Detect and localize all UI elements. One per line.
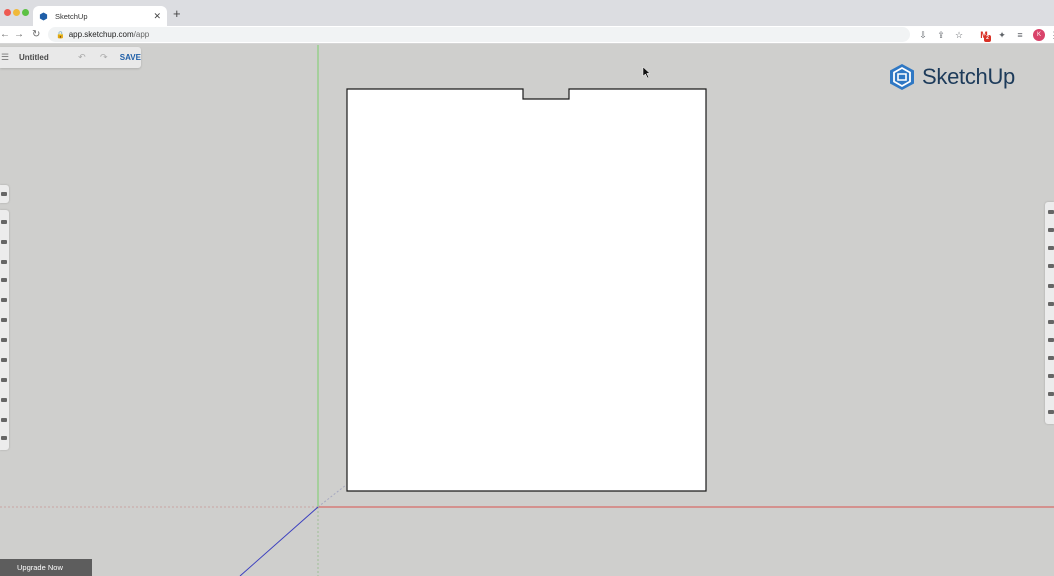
menu-icon[interactable]: ☰	[1, 52, 15, 63]
scale-tool-icon[interactable]	[1, 398, 7, 402]
url-path: /app	[133, 30, 150, 39]
document-bar: ☰ Untitled ↶ ↷ SAVE	[0, 47, 141, 68]
sketchup-logo-icon	[890, 64, 914, 90]
rectangle-tool-icon[interactable]	[1, 318, 7, 322]
line-tool-icon[interactable]	[1, 278, 7, 282]
browser-tab-strip: SketchUp ✕ +	[0, 0, 1054, 26]
browser-tab[interactable]: SketchUp ✕	[33, 6, 167, 26]
paint-bucket-tool-icon[interactable]	[1, 260, 7, 264]
tags-icon[interactable]	[1048, 302, 1054, 306]
left-tool-tray-top	[0, 185, 9, 203]
reading-list-icon[interactable]: ≡	[1011, 30, 1029, 40]
components-icon[interactable]	[1048, 246, 1054, 250]
view-icon[interactable]	[1048, 410, 1054, 414]
push-pull-tool-icon[interactable]	[1, 338, 7, 342]
window-minimize-button[interactable]	[13, 9, 20, 16]
pencil-tool-icon[interactable]	[1, 240, 7, 244]
tab-title: SketchUp	[55, 11, 88, 21]
save-button[interactable]: SAVE	[120, 53, 141, 62]
forward-arrow-icon[interactable]: →	[14, 28, 24, 42]
styles-icon[interactable]	[1048, 284, 1054, 288]
blue-axis-line	[239, 506, 319, 576]
address-bar[interactable]: 🔒 app.sketchup.com/app	[48, 27, 910, 42]
sketchup-app: ☰ Untitled ↶ ↷ SAVE SketchUp Upgrade Now	[0, 45, 1054, 576]
extensions-puzzle-icon[interactable]: ✦	[993, 30, 1011, 41]
tab-close-icon[interactable]: ✕	[153, 11, 161, 21]
window-zoom-button[interactable]	[22, 9, 29, 16]
display-icon[interactable]	[1048, 338, 1054, 342]
install-app-icon[interactable]: ⇩	[914, 30, 932, 41]
share-icon[interactable]: ⇪	[932, 30, 950, 41]
materials-icon[interactable]	[1048, 264, 1054, 268]
browser-menu-icon[interactable]: ⋮	[1045, 30, 1054, 41]
logo-text: SketchUp	[922, 64, 1015, 89]
right-panel-tray	[1045, 202, 1054, 424]
outliner-icon[interactable]	[1048, 356, 1054, 360]
bookmark-star-icon[interactable]: ☆	[950, 30, 968, 41]
rotate-tool-icon[interactable]	[1, 378, 7, 382]
reload-icon[interactable]: ↻	[32, 28, 40, 42]
move-tool-icon[interactable]	[1, 358, 7, 362]
lock-icon: 🔒	[56, 31, 65, 39]
upgrade-now-button[interactable]: Upgrade Now	[0, 559, 92, 576]
left-tool-tray	[0, 210, 9, 450]
shadows-icon[interactable]	[1048, 392, 1054, 396]
back-arrow-icon[interactable]: ←	[0, 28, 10, 42]
document-title[interactable]: Untitled	[19, 53, 71, 62]
blue-axis-negative-line	[317, 484, 347, 508]
arc-tool-icon[interactable]	[1, 298, 7, 302]
scenes-icon[interactable]	[1048, 320, 1054, 324]
extension-badge: 2	[984, 35, 991, 42]
entity-info-icon[interactable]	[1048, 210, 1054, 214]
browser-toolbar: ← → ↻ 🔒 app.sketchup.com/app ⇩ ⇪ ☆ M2 ✦ …	[0, 26, 1054, 44]
profile-avatar[interactable]: K	[1033, 29, 1045, 41]
solid-tools-icon[interactable]	[1048, 374, 1054, 378]
modeling-viewport[interactable]	[0, 45, 1054, 576]
mouse-cursor-icon	[642, 66, 651, 79]
orbit-tool-icon[interactable]	[1, 436, 7, 440]
select-tool-icon[interactable]	[1, 192, 7, 196]
model-face	[346, 88, 707, 492]
window-close-button[interactable]	[4, 9, 11, 16]
sketchup-favicon-icon	[39, 11, 48, 21]
redo-icon[interactable]: ↷	[93, 52, 115, 63]
instructor-icon[interactable]	[1048, 228, 1054, 232]
new-tab-button[interactable]: +	[173, 7, 181, 21]
tape-measure-tool-icon[interactable]	[1, 418, 7, 422]
gmail-extension-icon[interactable]: M2	[975, 30, 993, 42]
undo-icon[interactable]: ↶	[71, 52, 93, 63]
eraser-tool-icon[interactable]	[1, 220, 7, 224]
url-host: app.sketchup.com	[68, 30, 134, 39]
sketchup-logo: SketchUp	[888, 63, 1015, 91]
